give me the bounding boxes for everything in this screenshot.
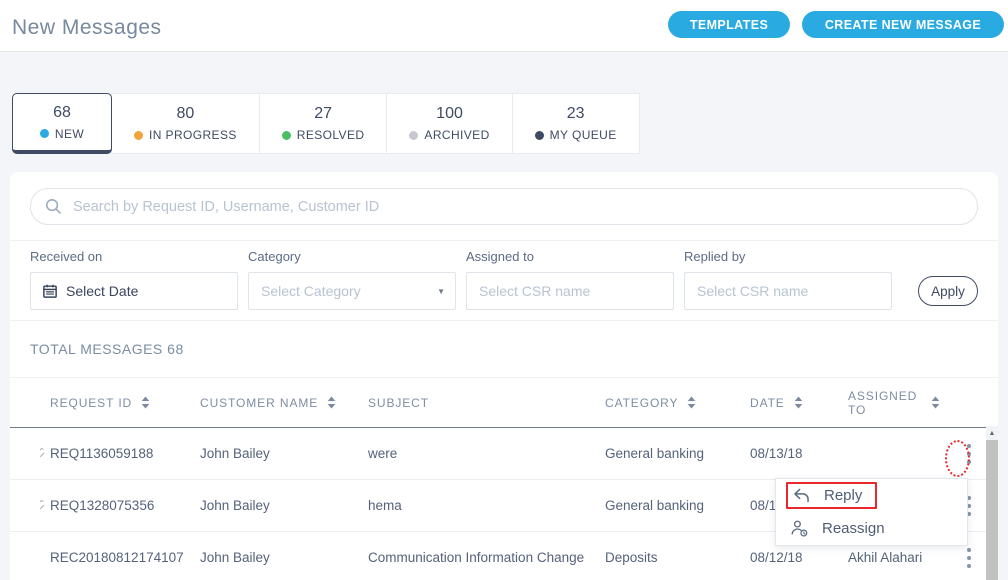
assigned-to-label: Assigned to [466,249,534,264]
category-cell: General banking [605,498,705,513]
caret-down-icon: ▼ [437,287,445,296]
date-picker-value: Select Date [66,283,139,299]
category-select-placeholder: Select Category [261,283,361,299]
attachment-icon [40,446,46,461]
calendar-icon [43,284,57,298]
context-menu: Reply Reassign [775,478,968,546]
filter-category: Category Select Category ▼ [248,249,456,310]
templates-button[interactable]: TEMPLATES [668,11,790,38]
customer-name-cell: John Bailey [200,498,270,513]
search-section [10,172,998,241]
menu-item-label: Reply [824,487,863,504]
total-messages: TOTAL MESSAGES 68 [10,321,998,378]
attachment-icon [40,498,46,513]
kebab-menu-icon[interactable] [963,544,975,572]
tab-label: MY QUEUE [549,128,617,142]
status-dot-icon [134,130,143,140]
tab-count: 80 [176,105,195,122]
filter-assigned-to: Assigned to [466,249,674,310]
column-header-assigned-to[interactable]: ASSIGNED TO [848,389,940,417]
tab-archived[interactable]: 100 ARCHIVED [386,93,513,154]
menu-item-reassign[interactable]: Reassign [776,512,967,545]
reassign-icon [791,520,808,537]
category-cell: Deposits [605,550,658,565]
received-on-label: Received on [30,249,103,264]
topbar: New Messages TEMPLATES CREATE NEW MESSAG… [0,0,1008,52]
table-row: REQ1136059188 John Bailey were General bank… [10,428,998,480]
page-title: New Messages [12,16,162,39]
tab-count: 68 [53,103,71,121]
filter-received-on: Received on Select Date [30,249,238,310]
apply-button[interactable]: Apply [918,276,978,306]
kebab-menu-icon[interactable] [963,440,975,468]
date-cell: 08/13/18 [750,446,803,461]
tab-label: ARCHIVED [424,128,490,142]
column-header-date[interactable]: DATE [750,396,848,410]
sort-icon [931,396,940,409]
search-input[interactable] [30,188,978,225]
replied-by-input[interactable] [697,283,879,299]
create-new-message-button[interactable]: CREATE NEW MESSAGE [802,11,1004,38]
date-cell: 08/12/18 [750,550,803,565]
sort-icon [794,396,803,409]
date-picker[interactable]: Select Date [30,272,238,310]
column-header-customer-name[interactable]: CUSTOMER NAME [200,396,368,410]
sort-icon [687,396,696,409]
assigned-to-cell: Akhil Alahari [848,550,923,565]
search-icon [45,198,62,220]
tab-count: 100 [436,105,463,122]
request-id-cell: REC20180812174107 [50,550,184,565]
customer-name-cell: John Bailey [200,550,270,565]
sort-icon [327,396,336,409]
tab-count: 27 [314,105,332,122]
tab-label: NEW [54,126,85,141]
status-tabs: 68 NEW 80 IN PROGRESS 27 RESOLVED 100 ARCHIVED 2… [12,93,640,154]
subject-cell: hema [368,498,402,513]
status-dot-icon [39,129,49,138]
tab-label: RESOLVED [296,128,365,142]
menu-item-reply[interactable]: Reply [776,479,967,512]
table-header: REQUEST ID CUSTOMER NAME SUBJECT CATEGORY DA… [10,378,998,428]
request-id-cell: REQ1328075356 [40,498,200,513]
subject-cell: Communication Information Change [368,550,585,565]
tab-my-queue[interactable]: 23 MY QUEUE [511,93,640,154]
reply-icon [793,488,810,503]
column-header-category[interactable]: CATEGORY [605,396,750,410]
filter-replied-by: Replied by [684,249,892,310]
tab-count: 23 [566,105,585,122]
status-dot-icon [409,130,419,140]
category-cell: General banking [605,446,705,461]
menu-item-label: Reassign [822,520,885,537]
category-label: Category [248,249,301,264]
status-dot-icon [534,130,544,140]
subject-cell: were [368,446,398,461]
tab-new[interactable]: 68 NEW [12,93,112,154]
sort-icon [141,396,150,409]
assigned-to-input[interactable] [479,283,661,299]
customer-name-cell: John Bailey [200,446,270,461]
tab-resolved[interactable]: 27 RESOLVED [258,93,388,154]
status-dot-icon [281,130,291,140]
filters-row: Received on Select Date Category Select … [10,241,998,321]
replied-by-label: Replied by [684,249,746,264]
tab-label: IN PROGRESS [149,128,237,142]
table-scrollbar[interactable]: ▲ [986,426,998,580]
tab-in-progress[interactable]: 80 IN PROGRESS [111,93,260,154]
scroll-up-icon[interactable]: ▲ [986,426,998,440]
column-header-subject: SUBJECT [368,395,429,410]
request-id-cell: REQ1136059188 [40,446,200,461]
scrollbar-thumb[interactable] [986,440,998,580]
column-header-request-id[interactable]: REQUEST ID [40,396,200,410]
category-select[interactable]: Select Category ▼ [248,272,456,310]
annotation-highlight: Reply [786,482,878,509]
